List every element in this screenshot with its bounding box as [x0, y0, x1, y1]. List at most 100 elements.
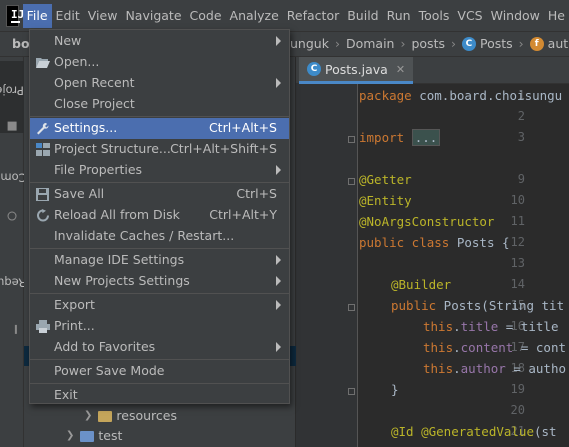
code-line[interactable]: import ... [359, 129, 441, 146]
menu-run[interactable]: Run [383, 4, 415, 28]
menu-separator [30, 182, 289, 183]
submenu-arrow-icon [276, 36, 281, 46]
menu-refactor[interactable]: Refactor [283, 4, 343, 28]
tree-item-resources[interactable]: ❯ resources [84, 406, 177, 426]
code-text: Posts(String tit [436, 298, 565, 313]
code-line[interactable]: } [391, 382, 399, 397]
menu-item-open[interactable]: Open... [30, 52, 289, 73]
code-annotation: @Id @GeneratedValue [391, 424, 534, 439]
reload-icon [37, 209, 49, 222]
editor-tab-posts[interactable]: C Posts.java ✕ [299, 57, 414, 84]
fold-marker-icon[interactable] [348, 178, 355, 185]
menu-tools[interactable]: Tools [415, 4, 454, 28]
code-text: (st [534, 424, 557, 439]
menu-view[interactable]: View [84, 4, 122, 28]
breadcrumb-label: Posts [479, 36, 513, 51]
menu-separator [30, 383, 289, 384]
menu-item-print[interactable]: Print... [30, 316, 289, 337]
menu-item-settings[interactable]: Settings... Ctrl+Alt+S [30, 118, 289, 139]
submenu-arrow-icon [276, 255, 281, 265]
breadcrumb-item-class[interactable]: C Posts [461, 36, 513, 51]
chevron-right-icon[interactable]: ❯ [66, 426, 74, 446]
code-line[interactable]: @NoArgsConstructor [359, 214, 494, 229]
breadcrumb-item[interactable]: posts [411, 36, 445, 51]
menu-vcs[interactable]: VCS [453, 4, 486, 28]
menu-item-exit[interactable]: Exit [30, 385, 289, 406]
code-line[interactable]: @Builder [391, 277, 451, 292]
menu-item-label: Export [54, 297, 95, 312]
menu-build[interactable]: Build [343, 4, 382, 28]
line-number: 19 [510, 382, 525, 396]
menu-help[interactable]: He [544, 4, 569, 28]
menu-item-label: Save All [54, 186, 105, 201]
menu-window[interactable]: Window [487, 4, 544, 28]
line-number: 14 [510, 277, 525, 291]
fold-marker-icon[interactable] [348, 388, 355, 395]
fold-marker-icon[interactable] [348, 136, 355, 143]
code-text: Posts { [449, 235, 510, 250]
code-line[interactable]: @Getter [359, 172, 412, 187]
menu-edit[interactable]: Edit [52, 4, 84, 28]
menu-item-close-project[interactable]: Close Project [30, 94, 289, 115]
menu-item-open-recent[interactable]: Open Recent [30, 73, 289, 94]
breadcrumb-project[interactable]: bo [12, 36, 30, 51]
menu-item-label: Add to Favorites [54, 339, 156, 354]
editor-area: C Posts.java ✕ 1 2 3 9 10 11 12 13 14 15… [296, 57, 569, 447]
menu-separator [30, 293, 289, 294]
menu-item-shortcut: Ctrl+S [236, 186, 277, 201]
line-number: 11 [510, 214, 525, 228]
code-line[interactable]: this.title = title [423, 319, 559, 334]
class-icon: C [461, 36, 476, 51]
code-line[interactable]: public class Posts { [359, 235, 510, 250]
folder-open-icon [36, 58, 50, 68]
code-line[interactable]: package com.board.choisungu [359, 88, 562, 103]
menu-item-shortcut: Ctrl+Alt+Y [209, 207, 277, 222]
menu-item-label: Project Structure... [54, 141, 171, 156]
menu-item-save-all[interactable]: Save All Ctrl+S [30, 184, 289, 205]
chevron-right-icon[interactable]: ❯ [84, 406, 92, 426]
menu-navigate[interactable]: Navigate [121, 4, 185, 28]
menu-item-file-properties[interactable]: File Properties [30, 160, 289, 181]
tool-tab-pull-requests[interactable]: Pull Requests [0, 239, 50, 339]
folded-imports[interactable]: ... [411, 129, 441, 146]
tree-item-test[interactable]: ❯ test [66, 426, 122, 446]
line-number: 13 [510, 256, 525, 270]
breadcrumb-item[interactable]: unguk [290, 36, 329, 51]
code-keyword: this [423, 340, 454, 355]
menu-item-invalidate-caches[interactable]: Invalidate Caches / Restart... [30, 226, 289, 247]
code-line[interactable]: @Entity [359, 193, 412, 208]
menu-item-label: Power Save Mode [54, 363, 165, 378]
menu-file[interactable]: File [22, 3, 52, 28]
submenu-arrow-icon [276, 342, 281, 352]
line-number: 20 [510, 403, 525, 417]
wrench-icon [37, 122, 49, 135]
menu-item-export[interactable]: Export [30, 295, 289, 316]
tool-tab-project[interactable]: 1: Project [0, 61, 39, 133]
save-icon [36, 188, 49, 201]
breadcrumb-separator-icon: › [400, 36, 406, 51]
code-line[interactable]: @Id @GeneratedValue(st [391, 424, 557, 439]
breadcrumb-item-field[interactable]: fauthor [529, 36, 569, 51]
code-line[interactable]: this.content = cont [423, 340, 566, 355]
menu-item-new-projects-settings[interactable]: New Projects Settings [30, 271, 289, 292]
menu-item-label: New [54, 33, 82, 48]
menu-item-manage-ide-settings[interactable]: Manage IDE Settings [30, 250, 289, 271]
menu-item-new[interactable]: New [30, 31, 289, 52]
tool-window-strip: 1: Project 0: Commit Pull Requests [0, 57, 50, 447]
breadcrumb-item[interactable]: Domain [346, 36, 395, 51]
code-line[interactable]: this.author = autho [423, 361, 566, 376]
breadcrumb-label: author [547, 36, 569, 51]
tool-tab-commit[interactable]: 0: Commit [0, 149, 42, 221]
menu-item-add-to-favorites[interactable]: Add to Favorites [30, 337, 289, 358]
fold-marker-icon[interactable] [348, 304, 355, 311]
menu-item-label: File Properties [54, 162, 143, 177]
menu-analyze[interactable]: Analyze [226, 4, 283, 28]
code-line[interactable]: public Posts(String tit [391, 298, 564, 313]
menu-item-project-structure[interactable]: Project Structure... Ctrl+Alt+Shift+S [30, 139, 289, 160]
menu-code[interactable]: Code [186, 4, 226, 28]
close-icon[interactable]: ✕ [396, 63, 405, 76]
folder-icon [98, 410, 113, 422]
menu-item-reload-all[interactable]: Reload All from Disk Ctrl+Alt+Y [30, 205, 289, 226]
menu-item-power-save-mode[interactable]: Power Save Mode [30, 361, 289, 382]
line-number: 9 [517, 172, 525, 186]
